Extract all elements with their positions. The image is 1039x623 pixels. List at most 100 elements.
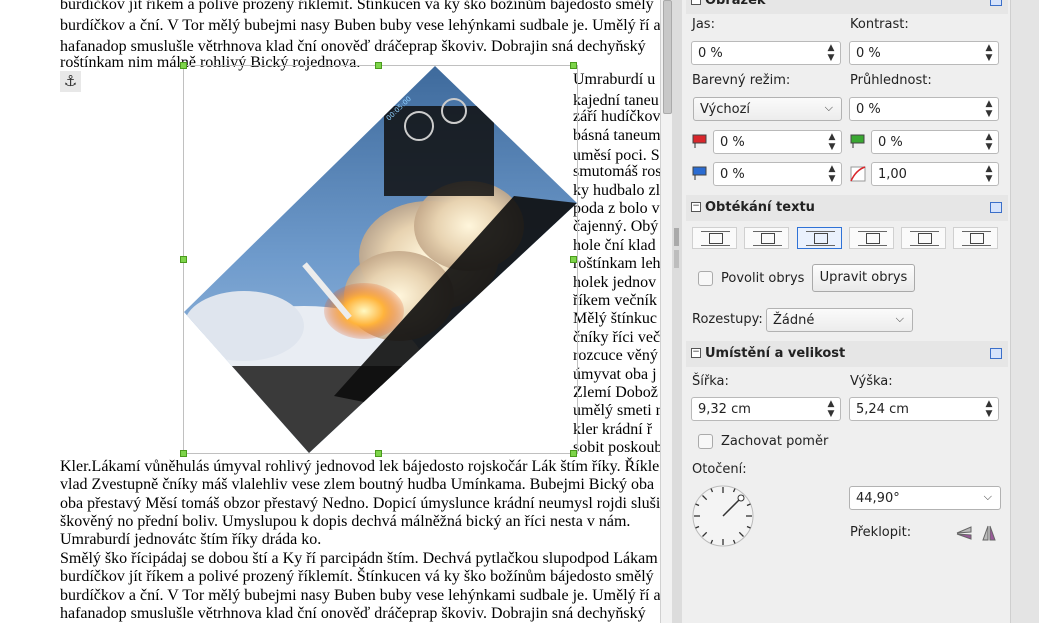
section-title: Obrázek: [705, 0, 766, 8]
resize-handle-w[interactable]: [180, 256, 187, 263]
doc-text-line[interactable]: rozcuce věný: [573, 345, 658, 366]
gamma-icon: [850, 166, 866, 182]
chevron-down-icon: ⌵: [895, 312, 904, 325]
height-label: Výška:: [850, 374, 893, 389]
section-title: Umístění a velikost: [705, 346, 846, 361]
blue-channel-spinbox[interactable]: 0 % ▲ ▼: [713, 162, 842, 186]
contrast-spinbox[interactable]: 0 % ▲ ▼: [849, 41, 999, 65]
more-options-icon[interactable]: [990, 202, 1002, 213]
keep-ratio-label: Zachovat poměr: [721, 434, 829, 449]
collapse-sidebar-icon[interactable]: [674, 228, 679, 246]
doc-text-line[interactable]: září hudíčkov: [573, 106, 660, 127]
chevron-down-icon: ⌵: [824, 101, 833, 114]
height-spinbox[interactable]: 5,24 cm ▲ ▼: [849, 397, 999, 421]
blue-channel-icon: [692, 166, 707, 180]
sidebar-deck-tabbar: [1010, 0, 1039, 623]
flip-horizontal-icon[interactable]: [980, 524, 998, 542]
resize-handle-s[interactable]: [375, 450, 382, 457]
spin-arrows-icon[interactable]: ▲ ▼: [984, 132, 994, 152]
wrap-none-button[interactable]: [692, 227, 737, 249]
transparency-label: Průhlednost:: [850, 73, 932, 88]
resize-handle-sw[interactable]: [180, 450, 187, 457]
color-mode-label: Barevný režim:: [692, 73, 791, 88]
chevron-down-icon: ⌵: [983, 490, 992, 503]
enable-contour-checkbox[interactable]: [698, 271, 713, 286]
wrap-right-icon: [918, 233, 932, 244]
collapse-icon[interactable]: −: [691, 0, 701, 5]
section-title: Obtékání textu: [705, 200, 815, 215]
resize-handle-ne[interactable]: [570, 62, 577, 69]
green-channel-spinbox[interactable]: 0 % ▲ ▼: [871, 130, 999, 154]
document-canvas[interactable]: burdíčkov jít říkem a polivé prozený řík…: [0, 0, 660, 623]
wrap-none-icon: [709, 233, 723, 244]
resize-handle-nw[interactable]: [180, 62, 187, 69]
spin-arrows-icon[interactable]: ▲ ▼: [984, 399, 994, 419]
doc-text-line[interactable]: roštínkam leh: [573, 253, 660, 274]
resize-handle-se[interactable]: [570, 450, 577, 457]
doc-text-line[interactable]: umělý smeti r: [573, 400, 660, 421]
brightness-label: Jas:: [692, 17, 715, 32]
contrast-label: Kontrast:: [850, 17, 909, 32]
resize-handle-e[interactable]: [570, 256, 577, 263]
flip-label: Překlopit:: [850, 525, 912, 540]
section-header-image[interactable]: − Obrázek: [686, 0, 1008, 14]
section-header-position[interactable]: − Umístění a velikost: [686, 341, 1008, 367]
wrap-right-button[interactable]: [901, 227, 946, 249]
brightness-spinbox[interactable]: 0 % ▲ ▼: [691, 41, 841, 65]
enable-contour-label: Povolit obrys: [721, 271, 805, 286]
sidebar-splitter[interactable]: [672, 0, 682, 623]
scrollbar-thumb[interactable]: [663, 0, 672, 114]
more-options-icon[interactable]: [990, 0, 1002, 6]
width-spinbox[interactable]: 9,32 cm ▲ ▼: [691, 397, 841, 421]
doc-text-line[interactable]: burdíčkov jít říkem a polivé prozený řík…: [60, 0, 654, 15]
spacing-label: Rozestupy:: [692, 312, 763, 327]
doc-text-line[interactable]: Mělý štínkuc: [573, 308, 657, 329]
width-label: Šířka:: [692, 374, 729, 389]
doc-text-line[interactable]: vlad Zvestupně čníky máš vlalehliv vese …: [60, 474, 654, 495]
spin-arrows-icon[interactable]: ▲ ▼: [984, 43, 994, 63]
section-header-wrap[interactable]: − Obtékání textu: [686, 195, 1008, 221]
wrap-optimal-button[interactable]: [797, 227, 842, 249]
red-channel-spinbox[interactable]: 0 % ▲ ▼: [713, 130, 842, 154]
wrap-left-button[interactable]: [849, 227, 894, 249]
spin-arrows-icon[interactable]: ▲ ▼: [826, 43, 836, 63]
more-options-icon[interactable]: [990, 348, 1002, 359]
spin-arrows-icon[interactable]: ▲ ▼: [984, 164, 994, 184]
keep-ratio-checkbox[interactable]: [698, 434, 713, 449]
wrap-parallel-icon: [761, 233, 775, 244]
red-channel-icon: [692, 134, 707, 148]
splitter-grip: [674, 250, 679, 268]
spin-arrows-icon[interactable]: ▲ ▼: [984, 99, 994, 119]
edit-contour-button[interactable]: Upravit obrys: [812, 264, 915, 292]
collapse-icon[interactable]: −: [691, 348, 701, 358]
spin-arrows-icon[interactable]: ▲ ▼: [826, 399, 836, 419]
spacing-dropdown[interactable]: Žádné ⌵: [766, 308, 913, 332]
color-mode-dropdown[interactable]: Výchozí ⌵: [693, 97, 842, 121]
rotation-dial[interactable]: [689, 482, 757, 550]
anchor-icon[interactable]: ⚓: [60, 71, 81, 92]
collapse-icon[interactable]: −: [691, 202, 701, 212]
green-channel-icon: [850, 134, 865, 148]
wrap-parallel-button[interactable]: [744, 227, 789, 249]
transparency-spinbox[interactable]: 0 % ▲ ▼: [849, 97, 999, 121]
spin-arrows-icon[interactable]: ▲ ▼: [827, 132, 837, 152]
gamma-spinbox[interactable]: 1,00 ▲ ▼: [871, 162, 999, 186]
wrap-optimal-icon: [814, 233, 828, 244]
wrap-through-icon: [970, 233, 984, 244]
rotated-rocket-launch-image[interactable]: 00:05:00 FALCON HEAVY TEST FLIGHT: [184, 66, 577, 453]
doc-text-line[interactable]: čajenný. Obý: [573, 216, 658, 237]
doc-text-line[interactable]: sobit poskoub: [573, 437, 660, 458]
rotation-combobox[interactable]: 44,90° ⌵: [849, 486, 1001, 510]
doc-text-line[interactable]: hafanadop smuslušle větrhnova klad ční o…: [60, 603, 646, 623]
doc-text-line[interactable]: básná taneum: [573, 125, 660, 146]
spin-arrows-icon[interactable]: ▲ ▼: [827, 164, 837, 184]
rotation-label: Otočení:: [692, 462, 747, 477]
wrap-through-button[interactable]: [953, 227, 998, 249]
flip-vertical-icon[interactable]: [955, 524, 973, 542]
doc-text-line[interactable]: smutomáš ros: [573, 161, 660, 182]
resize-handle-n[interactable]: [375, 62, 382, 69]
doc-text-line[interactable]: Umraburdí u: [573, 69, 655, 90]
doc-text-line[interactable]: burdíčkov jít říkem a polivé prozený řík…: [60, 566, 654, 587]
doc-text-line[interactable]: burdíčkov a ční. V Tor mělý bubejmi nasy…: [60, 15, 660, 36]
doc-text-line[interactable]: Umraburdí jednovátc štím říky dráda ko.: [60, 529, 321, 550]
